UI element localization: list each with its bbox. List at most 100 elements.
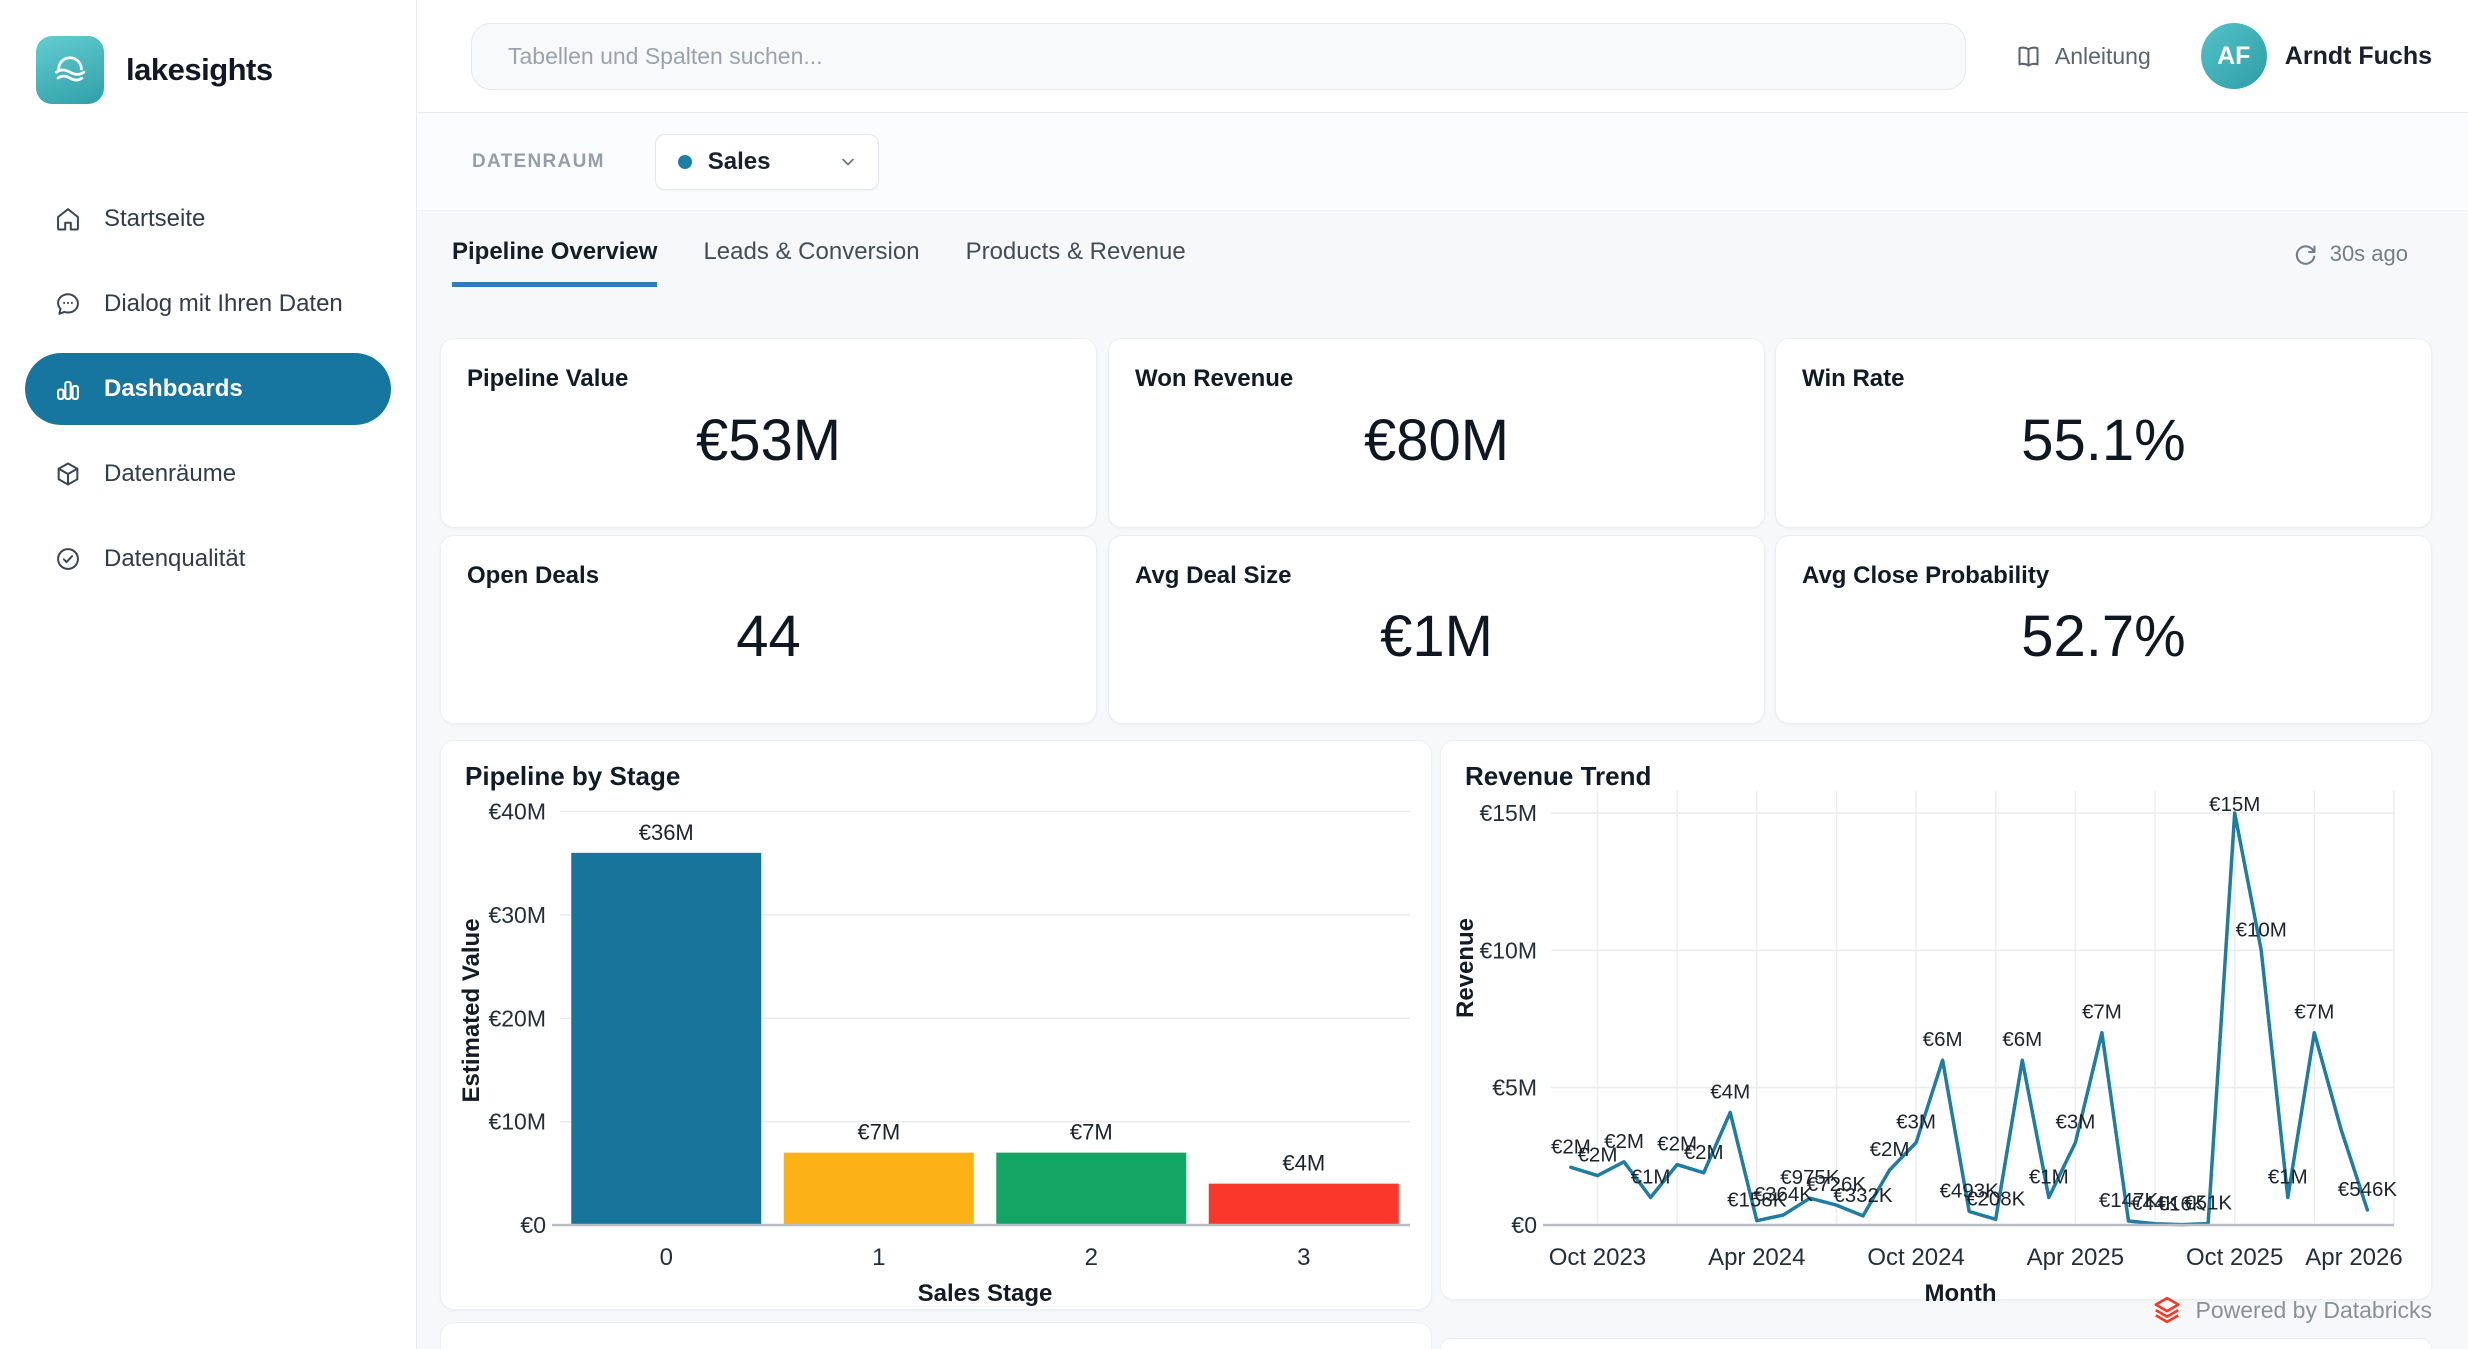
chart-title: Revenue Trend (1465, 761, 1651, 792)
sidebar-item-dialog[interactable]: Dialog mit Ihren Daten (25, 268, 391, 340)
tab-pipeline-overview[interactable]: Pipeline Overview (452, 211, 657, 287)
help-button[interactable]: Anleitung (2015, 43, 2151, 70)
point-label: €15M (2209, 793, 2260, 816)
kpi-card-win-rate: Win Rate 55.1% (1775, 338, 2432, 528)
chat-icon (54, 290, 82, 318)
y-tick-label: €40M (488, 799, 546, 825)
kpi-card-open-deals: Open Deals 44 (440, 535, 1097, 724)
home-icon (54, 205, 82, 233)
bar-stage-2 (996, 1153, 1186, 1225)
point-label: €6M (1923, 1028, 1963, 1051)
bar-stage-3 (1209, 1184, 1399, 1225)
revenue-trend-card: Revenue Trend €0€5M€10M€15M€2M€2M€2M€1M€… (1440, 740, 2432, 1300)
bar-value-label: €36M (639, 820, 694, 845)
refresh-icon (2293, 242, 2318, 267)
powered-by: Powered by Databricks (1440, 1288, 2432, 1332)
sidebar: lakesights Startseite Dialog mit Ihren D… (0, 0, 417, 1349)
search-input[interactable] (471, 23, 1966, 90)
pipeline-by-stage-chart: €0€10M€20M€30M€40M€36M0€7M1€7M2€4M3Sales… (441, 741, 1433, 1311)
topbar: Anleitung AF Arndt Fuchs (417, 0, 2468, 113)
revenue-trend-chart: €0€5M€10M€15M€2M€2M€2M€1M€2M€2M€4M€158K€… (1441, 741, 2433, 1301)
bar-chart-icon (54, 375, 82, 403)
lakesights-logo-icon (36, 36, 104, 104)
sidebar-item-label: Dashboards (104, 375, 243, 403)
y-tick-label: €5M (1492, 1075, 1537, 1101)
y-tick-label: €10M (488, 1109, 546, 1135)
point-label: €3M (1896, 1111, 1936, 1134)
kpi-value: 52.7% (1776, 536, 2431, 723)
brand: lakesights (0, 0, 416, 104)
kpi-card-won-revenue: Won Revenue €80M (1108, 338, 1765, 528)
point-label: €2M (1870, 1138, 1910, 1161)
sidebar-item-label: Startseite (104, 205, 205, 233)
point-label: €2M (1604, 1130, 1644, 1153)
y-tick-label: €30M (488, 902, 546, 928)
dataspace-dot-icon (678, 155, 692, 169)
refresh-label: 30s ago (2330, 241, 2408, 267)
tab-products-revenue[interactable]: Products & Revenue (966, 211, 1186, 287)
chart-title: Pipeline by Stage (465, 761, 680, 792)
x-tick-label: Oct 2023 (1549, 1244, 1646, 1271)
point-label: €1M (2029, 1166, 2069, 1189)
sidebar-item-datenqualitaet[interactable]: Datenqualität (25, 523, 391, 595)
y-tick-label: €15M (1479, 800, 1537, 826)
bar-value-label: €4M (1282, 1151, 1325, 1176)
point-label: €3M (2055, 1111, 2095, 1134)
databricks-logo-icon (2152, 1295, 2182, 1325)
x-tick-label: 2 (1085, 1244, 1098, 1271)
sidebar-item-startseite[interactable]: Startseite (25, 183, 391, 255)
dataspace-label: DATENRAUM (472, 151, 605, 173)
kpi-value: 55.1% (1776, 339, 2431, 527)
point-label: €4M (1710, 1080, 1750, 1103)
x-tick-label: Oct 2025 (2186, 1244, 2283, 1271)
y-tick-label: €0 (1511, 1212, 1537, 1238)
powered-by-label: Powered by Databricks (2196, 1297, 2433, 1324)
point-label: €1M (2268, 1166, 2308, 1189)
bar-value-label: €7M (857, 1120, 900, 1145)
x-axis-title: Sales Stage (918, 1280, 1053, 1307)
kpi-value: €80M (1109, 339, 1764, 527)
x-tick-label: Apr 2025 (2027, 1244, 2124, 1271)
sidebar-item-datenraeume[interactable]: Datenräume (25, 438, 391, 510)
x-tick-label: Oct 2024 (1867, 1244, 1964, 1271)
bar-stage-0 (571, 853, 761, 1225)
kpi-card-pipeline-value: Pipeline Value €53M (440, 338, 1097, 528)
bar-stage-1 (784, 1153, 974, 1225)
sidebar-item-label: Datenräume (104, 460, 236, 488)
sidebar-item-label: Dialog mit Ihren Daten (104, 290, 343, 318)
point-label: €546K (2338, 1178, 2398, 1201)
kpi-card-avg-deal-size: Avg Deal Size €1M (1108, 535, 1765, 724)
topbar-right: Anleitung AF Arndt Fuchs (2015, 23, 2432, 89)
point-label: €7M (2082, 1001, 2122, 1024)
point-label: €51K (2184, 1192, 2232, 1215)
tabs-row: Pipeline Overview Leads & Conversion Pro… (417, 211, 2468, 293)
avatar-initials: AF (2217, 42, 2250, 71)
y-tick-label: €20M (488, 1005, 546, 1031)
point-label: €10M (2236, 918, 2287, 941)
sidebar-item-label: Datenqualität (104, 545, 245, 573)
dataspace-select[interactable]: Sales (655, 134, 879, 190)
bar-value-label: €7M (1070, 1120, 1113, 1145)
point-label: €1M (1631, 1166, 1671, 1189)
brand-name: lakesights (126, 52, 273, 88)
avatar[interactable]: AF (2201, 23, 2267, 89)
kpi-value: 44 (441, 536, 1096, 723)
next-row-card-right (1440, 1338, 2432, 1349)
x-tick-label: 1 (872, 1244, 885, 1271)
sidebar-nav: Startseite Dialog mit Ihren Daten Dashbo… (0, 183, 416, 595)
kpi-card-avg-close-probability: Avg Close Probability 52.7% (1775, 535, 2432, 724)
cube-icon (54, 460, 82, 488)
sidebar-item-dashboards[interactable]: Dashboards (25, 353, 391, 425)
point-label: €7M (2294, 1001, 2334, 1024)
dataspace-selected: Sales (708, 148, 771, 176)
user-name: Arndt Fuchs (2285, 42, 2432, 71)
refresh-button[interactable]: 30s ago (2293, 241, 2408, 267)
check-circle-icon (54, 545, 82, 573)
chevron-down-icon (838, 152, 858, 172)
y-tick-label: €10M (1479, 937, 1537, 963)
kpi-value: €1M (1109, 536, 1764, 723)
y-tick-label: €0 (520, 1212, 546, 1238)
help-label: Anleitung (2055, 43, 2151, 70)
tab-leads-conversion[interactable]: Leads & Conversion (703, 211, 919, 287)
x-tick-label: 3 (1297, 1244, 1310, 1271)
